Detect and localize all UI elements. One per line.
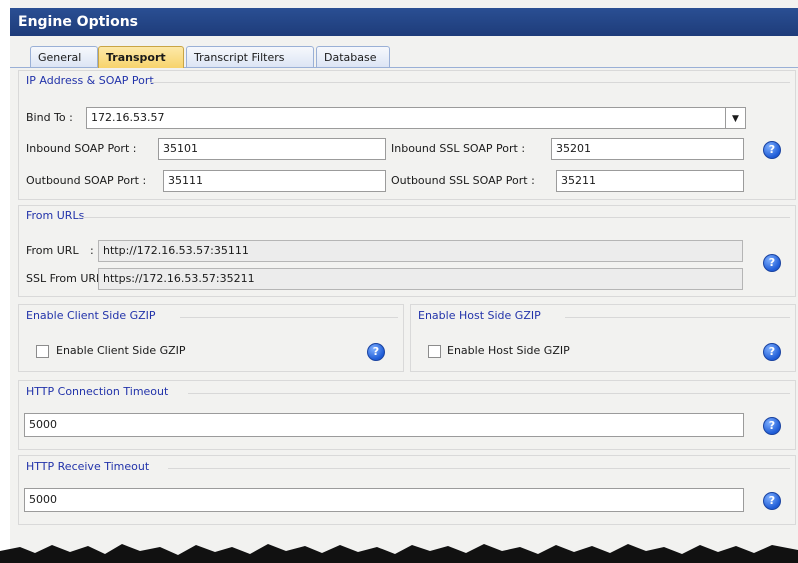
help-icon[interactable]: ? bbox=[367, 343, 385, 361]
group-separator bbox=[180, 317, 398, 318]
outbound-soap-port-label: Outbound SOAP Port : bbox=[26, 174, 147, 187]
from-url-separator: : bbox=[90, 244, 94, 257]
help-icon[interactable]: ? bbox=[763, 343, 781, 361]
chevron-down-icon[interactable]: ▼ bbox=[726, 107, 746, 129]
http-receive-timeout-input[interactable]: 5000 bbox=[24, 488, 744, 512]
http-receive-timeout-title: HTTP Receive Timeout bbox=[26, 460, 150, 473]
client-gzip-checkbox[interactable] bbox=[36, 345, 49, 358]
client-gzip-checkbox-label: Enable Client Side GZIP bbox=[56, 344, 186, 357]
bind-to-label: Bind To : bbox=[26, 111, 73, 124]
inbound-soap-port-input[interactable]: 35101 bbox=[158, 138, 386, 160]
inbound-ssl-soap-port-label: Inbound SSL SOAP Port : bbox=[391, 142, 526, 155]
http-connection-timeout-title: HTTP Connection Timeout bbox=[26, 385, 169, 398]
client-gzip-title: Enable Client Side GZIP bbox=[26, 309, 156, 322]
group-separator bbox=[188, 393, 790, 394]
group-separator bbox=[168, 468, 790, 469]
tab-transport[interactable]: Transport bbox=[98, 46, 184, 68]
bind-to-select[interactable]: 172.16.53.57 bbox=[86, 107, 726, 129]
help-icon[interactable]: ? bbox=[763, 492, 781, 510]
tab-transcript-filters[interactable]: Transcript Filters bbox=[186, 46, 314, 68]
http-connection-timeout-input[interactable]: 5000 bbox=[24, 413, 744, 437]
host-gzip-title: Enable Host Side GZIP bbox=[418, 309, 541, 322]
tab-database[interactable]: Database bbox=[316, 46, 390, 68]
ssl-from-url-label: SSL From URL : bbox=[26, 272, 110, 285]
torn-edge-decoration bbox=[0, 544, 798, 563]
host-gzip-checkbox-label: Enable Host Side GZIP bbox=[447, 344, 570, 357]
group-separator bbox=[150, 82, 790, 83]
help-icon[interactable]: ? bbox=[763, 254, 781, 272]
outbound-soap-port-input[interactable]: 35111 bbox=[163, 170, 386, 192]
host-gzip-checkbox[interactable] bbox=[428, 345, 441, 358]
group-separator bbox=[565, 317, 790, 318]
ip-soap-port-title: IP Address & SOAP Port bbox=[26, 74, 154, 87]
outbound-ssl-soap-port-input[interactable]: 35211 bbox=[556, 170, 744, 192]
help-icon[interactable]: ? bbox=[763, 417, 781, 435]
inbound-ssl-soap-port-input[interactable]: 35201 bbox=[551, 138, 744, 160]
from-url-label: From URL bbox=[26, 244, 79, 257]
ssl-from-url-field: https://172.16.53.57:35211 bbox=[98, 268, 743, 290]
inbound-soap-port-label: Inbound SOAP Port : bbox=[26, 142, 137, 155]
tab-general[interactable]: General bbox=[30, 46, 98, 68]
window-title: Engine Options bbox=[10, 8, 798, 36]
group-separator bbox=[82, 217, 790, 218]
from-urls-title: From URLs bbox=[26, 209, 85, 222]
from-url-field: http://172.16.53.57:35111 bbox=[98, 240, 743, 262]
help-icon[interactable]: ? bbox=[763, 141, 781, 159]
outbound-ssl-soap-port-label: Outbound SSL SOAP Port : bbox=[391, 174, 535, 187]
